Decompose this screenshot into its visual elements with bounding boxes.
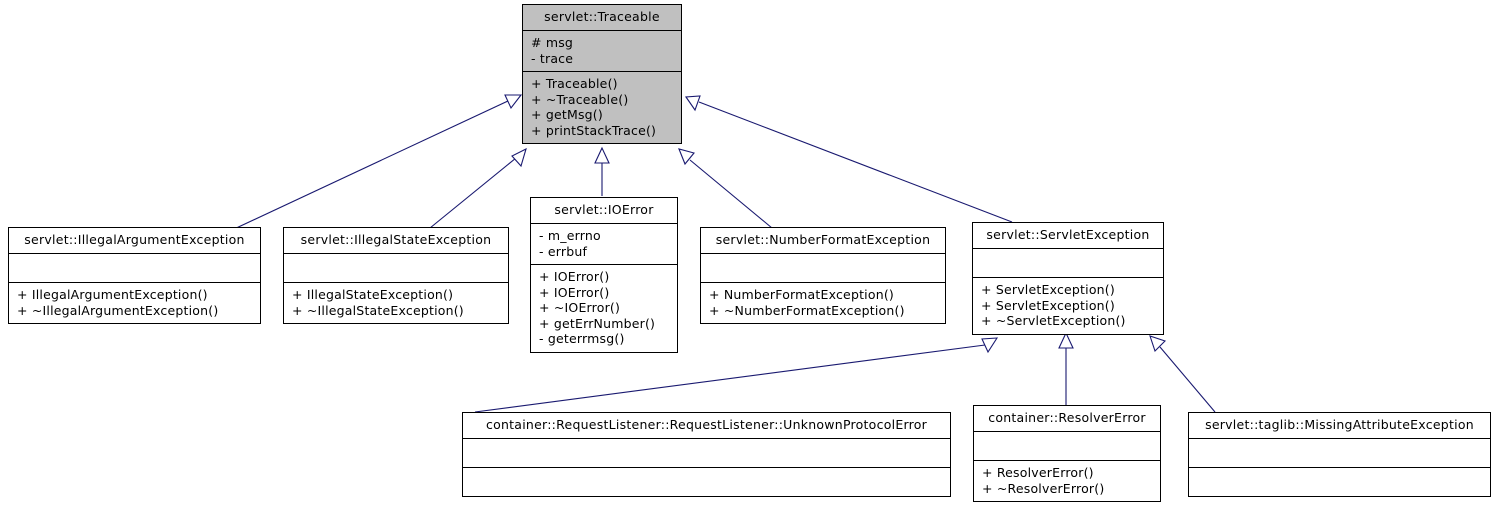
uml-class-diagram: servlet::Traceable # msg - trace + Trace…: [0, 0, 1499, 507]
class-attributes-io-error: - m_errno - errbuf: [531, 224, 677, 264]
class-method: + ~ResolverError(): [982, 480, 1105, 496]
class-title-missing-attribute-exception: servlet::taglib::MissingAttributeExcepti…: [1205, 417, 1474, 432]
class-method: + ~ServletException(): [981, 313, 1126, 328]
class-method: + ServletException(): [981, 282, 1115, 297]
edge-servlet-exception-to-traceable: [684, 95, 1013, 223]
class-method: + IllegalArgumentException(): [17, 287, 208, 302]
class-attributes-unknown-protocol-error: [463, 439, 950, 467]
class-node-number-format-exception[interactable]: servlet::NumberFormatException + NumberF…: [700, 227, 946, 324]
class-node-resolver-error[interactable]: container::ResolverError + ResolverError…: [973, 405, 1161, 502]
class-attributes-number-format-exception: [701, 254, 945, 282]
class-methods-missing-attribute-exception: [1189, 468, 1490, 496]
class-node-illegal-state-exception[interactable]: servlet::IllegalStateException + Illegal…: [283, 227, 509, 324]
class-methods-io-error: + IOError() + IOError() + ~IOError() + g…: [531, 265, 677, 352]
edge-illegal-argument-exception-to-traceable: [231, 94, 523, 231]
class-method: + ~IllegalStateException(): [292, 302, 464, 318]
class-attributes-resolver-error: [974, 432, 1160, 460]
edge-io-error-to-traceable: [594, 146, 610, 196]
class-attributes-servlet-exception: [973, 249, 1163, 277]
class-title-traceable: servlet::Traceable: [544, 9, 660, 24]
class-method: + IOError(): [539, 284, 610, 300]
class-method: + ~Traceable(): [531, 91, 629, 107]
edge-resolver-error-to-servlet-exception: [1058, 331, 1074, 412]
class-node-illegal-argument-exception[interactable]: servlet::IllegalArgumentException + Ille…: [8, 227, 261, 324]
class-methods-resolver-error: + ResolverError() + ~ResolverError(): [974, 461, 1160, 501]
class-title-number-format-exception: servlet::NumberFormatException: [715, 232, 931, 247]
class-node-missing-attribute-exception[interactable]: servlet::taglib::MissingAttributeExcepti…: [1188, 412, 1491, 497]
class-methods-traceable: + Traceable() + ~Traceable() + getMsg() …: [523, 72, 681, 143]
class-node-servlet-exception[interactable]: servlet::ServletException + ServletExcep…: [972, 222, 1164, 335]
edge-number-format-exception-to-traceable: [678, 148, 773, 229]
edge-illegal-state-exception-to-traceable: [429, 147, 527, 229]
class-title-servlet-exception: servlet::ServletException: [986, 227, 1150, 242]
class-method: + ~NumberFormatException(): [709, 302, 905, 318]
class-method: + ~IOError(): [539, 300, 621, 315]
class-method: - geterrmsg(): [539, 331, 625, 346]
class-attributes-illegal-state-exception: [284, 254, 508, 282]
class-methods-illegal-argument-exception: + IllegalArgumentException() + ~IllegalA…: [9, 283, 260, 323]
class-attribute: - m_errno: [539, 228, 601, 243]
class-attribute: # msg: [531, 35, 574, 50]
class-title-resolver-error: container::ResolverError: [988, 410, 1146, 425]
class-methods-unknown-protocol-error: [463, 468, 950, 496]
class-method: + ~IllegalArgumentException(): [17, 302, 219, 318]
class-title-illegal-argument-exception: servlet::IllegalArgumentException: [24, 232, 245, 247]
class-method: + ResolverError(): [982, 465, 1094, 480]
class-title-unknown-protocol-error: container::RequestListener::RequestListe…: [485, 417, 928, 432]
class-method: + NumberFormatException(): [709, 287, 894, 302]
class-method: + ServletException(): [981, 297, 1115, 313]
class-method: + printStackTrace(): [531, 122, 657, 138]
class-attributes-traceable: # msg - trace: [523, 31, 681, 71]
class-attributes-illegal-argument-exception: [9, 254, 260, 282]
class-method: + getErrNumber(): [539, 315, 656, 331]
class-attribute: - trace: [531, 50, 574, 66]
class-node-unknown-protocol-error[interactable]: container::RequestListener::RequestListe…: [462, 412, 951, 497]
class-node-traceable[interactable]: servlet::Traceable # msg - trace + Trace…: [522, 4, 682, 144]
class-attributes-missing-attribute-exception: [1189, 439, 1490, 467]
edge-missing-attribute-exception-to-servlet-exception: [1149, 335, 1216, 413]
class-method: + Traceable(): [531, 76, 618, 91]
class-title-illegal-state-exception: servlet::IllegalStateException: [300, 232, 492, 247]
class-method: + IllegalStateException(): [292, 287, 454, 302]
class-node-io-error[interactable]: servlet::IOError - m_errno - errbuf + IO…: [530, 197, 678, 353]
class-title-io-error: servlet::IOError: [554, 202, 654, 217]
class-method: + IOError(): [539, 269, 610, 284]
class-attribute: - errbuf: [539, 243, 588, 259]
class-methods-servlet-exception: + ServletException() + ServletException(…: [973, 278, 1163, 334]
class-method: + getMsg(): [531, 107, 603, 122]
class-methods-number-format-exception: + NumberFormatException() + ~NumberForma…: [701, 283, 945, 323]
class-methods-illegal-state-exception: + IllegalStateException() + ~IllegalStat…: [284, 283, 508, 323]
